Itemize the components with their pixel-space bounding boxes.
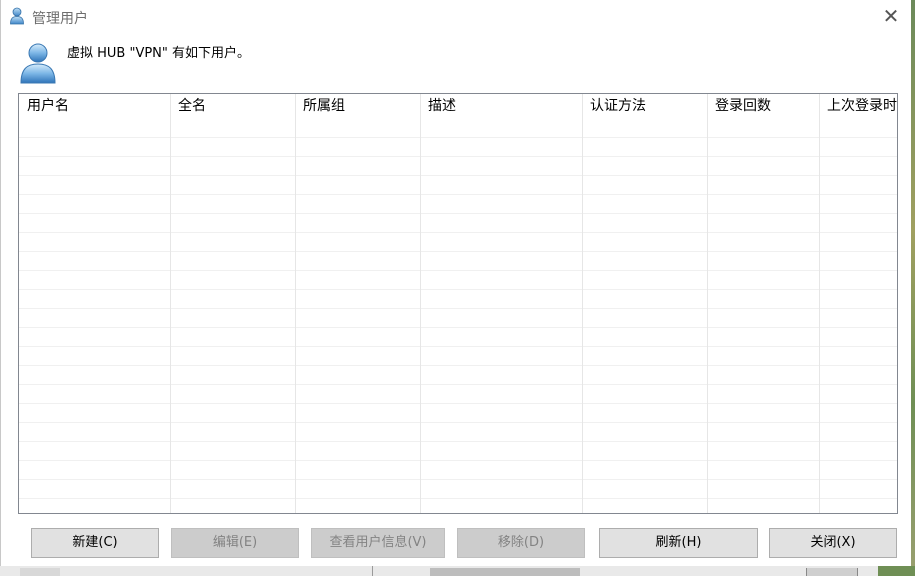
column-header-login-count[interactable]: 登录回数	[707, 94, 819, 118]
column-divider[interactable]	[707, 94, 708, 513]
refresh-button[interactable]: 刷新(H)	[599, 528, 758, 558]
title-bar[interactable]: 管理用户 ✕	[1, 0, 914, 32]
column-headers: 用户名 全名 所属组 描述 认证方法 登录回数 上次登录时	[19, 94, 897, 118]
column-divider[interactable]	[582, 94, 583, 513]
column-header-username[interactable]: 用户名	[19, 94, 170, 118]
row-divider	[19, 289, 897, 290]
row-divider	[19, 213, 897, 214]
row-divider	[19, 384, 897, 385]
user-icon	[20, 43, 56, 84]
close-icon[interactable]: ✕	[879, 5, 903, 27]
column-header-fullname[interactable]: 全名	[170, 94, 295, 118]
row-divider	[19, 403, 897, 404]
row-divider	[19, 175, 897, 176]
row-divider	[19, 327, 897, 328]
column-divider[interactable]	[819, 94, 820, 513]
column-header-last-login[interactable]: 上次登录时	[819, 94, 897, 118]
row-divider	[19, 308, 897, 309]
column-divider[interactable]	[420, 94, 421, 513]
column-header-description[interactable]: 描述	[420, 94, 582, 118]
row-divider	[19, 232, 897, 233]
row-divider	[19, 365, 897, 366]
column-header-group[interactable]: 所属组	[295, 94, 420, 118]
row-divider	[19, 194, 897, 195]
column-divider[interactable]	[295, 94, 296, 513]
background-window	[0, 566, 915, 576]
header-message: 虚拟 HUB "VPN" 有如下用户。	[67, 46, 251, 61]
row-divider	[19, 479, 897, 480]
row-divider	[19, 422, 897, 423]
users-list[interactable]: 用户名 全名 所属组 描述 认证方法 登录回数 上次登录时	[18, 93, 898, 514]
window-title: 管理用户	[32, 11, 88, 27]
row-divider	[19, 270, 897, 271]
row-divider	[19, 441, 897, 442]
row-divider	[19, 156, 897, 157]
user-icon	[10, 7, 24, 25]
column-header-auth-method[interactable]: 认证方法	[582, 94, 707, 118]
row-divider	[19, 251, 897, 252]
column-divider[interactable]	[170, 94, 171, 513]
remove-button[interactable]: 移除(D)	[457, 528, 585, 558]
close-button[interactable]: 关闭(X)	[769, 528, 897, 558]
manage-users-dialog: 管理用户 ✕ 虚拟 HUB "VPN" 有如下用户。 用户名 全名 所属组 描述…	[0, 0, 915, 568]
view-user-info-button[interactable]: 查看用户信息(V)	[311, 528, 445, 558]
row-divider	[19, 137, 897, 138]
row-divider	[19, 460, 897, 461]
row-divider	[19, 346, 897, 347]
edit-button[interactable]: 编辑(E)	[171, 528, 299, 558]
desktop-background	[911, 0, 915, 576]
row-divider	[19, 498, 897, 499]
new-button[interactable]: 新建(C)	[31, 528, 159, 558]
